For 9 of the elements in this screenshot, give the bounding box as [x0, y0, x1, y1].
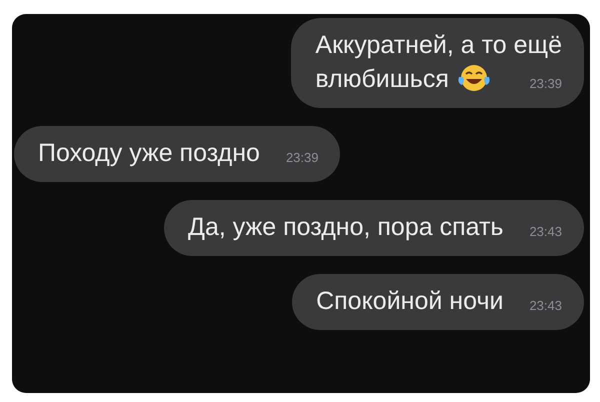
message-time: 23:39 — [286, 149, 318, 167]
message-text: влюбишься — [315, 65, 449, 93]
message-text: Спокойной ночи — [316, 287, 504, 315]
message-time: 23:43 — [529, 223, 562, 241]
message-text: Да, уже поздно, пора спать — [188, 213, 504, 241]
message-text: Походу уже поздно — [38, 139, 260, 167]
message-text: Аккуратней, а то ещё — [315, 30, 562, 61]
message-time: 23:39 — [529, 75, 562, 93]
message-time: 23:43 — [529, 297, 562, 315]
